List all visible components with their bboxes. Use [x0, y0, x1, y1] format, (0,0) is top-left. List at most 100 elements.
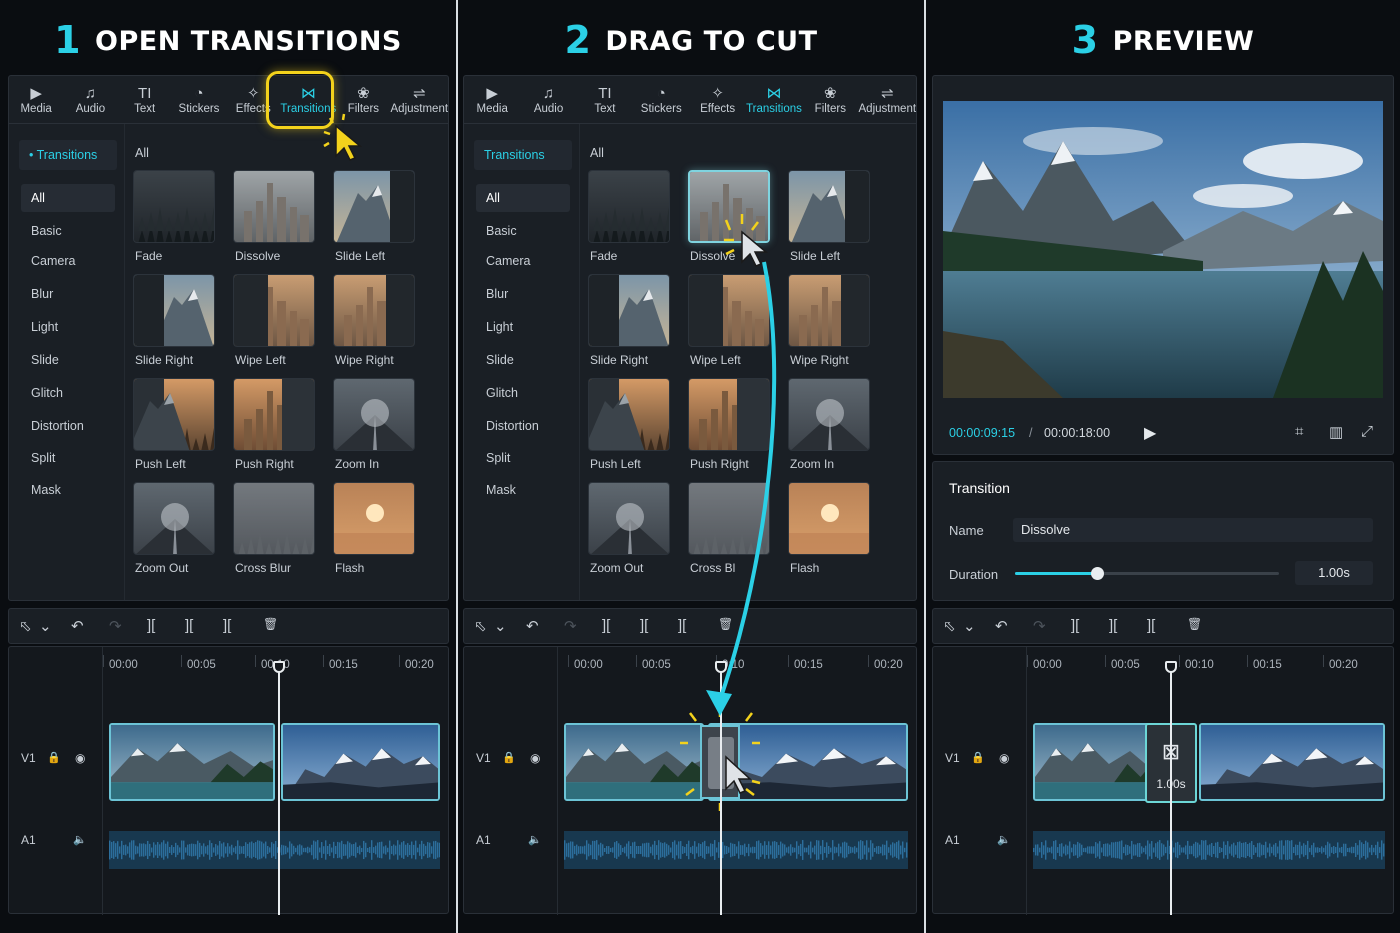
split-icon[interactable]: ][: [602, 617, 610, 634]
transition-thumb-slide-left[interactable]: [788, 170, 870, 243]
tab-adjustment[interactable]: ⇌ Adjustment: [391, 76, 449, 123]
sidebar-item-mask[interactable]: Mask: [476, 476, 570, 504]
video-clip-snow-mountains[interactable]: [1199, 723, 1385, 801]
lock-icon[interactable]: 🔒: [502, 751, 516, 764]
tab-stickers[interactable]: ◔ Stickers: [172, 76, 226, 123]
sidebar-item-camera[interactable]: Camera: [21, 247, 115, 275]
speaker-icon[interactable]: 🔈: [73, 833, 87, 846]
eye-icon[interactable]: ◉: [999, 751, 1009, 765]
transition-thumb-flash[interactable]: [788, 482, 870, 555]
redo-icon[interactable]: ↷: [109, 617, 122, 635]
transition-thumb-dissolve[interactable]: [233, 170, 315, 243]
split-icon[interactable]: ][: [147, 617, 155, 634]
video-clip-lake[interactable]: [109, 723, 275, 801]
lock-icon[interactable]: 🔒: [47, 751, 61, 764]
sidebar-item-light[interactable]: Light: [476, 313, 570, 341]
transition-thumb-push-left[interactable]: [133, 378, 215, 451]
sidebar-item-camera[interactable]: Camera: [476, 247, 570, 275]
sidebar-header-transitions[interactable]: • Transitions: [19, 140, 117, 170]
playhead[interactable]: [1165, 661, 1177, 915]
chevron-down-icon[interactable]: ⌄: [39, 617, 52, 635]
transition-thumb-zoom-out[interactable]: [133, 482, 215, 555]
sidebar-item-basic[interactable]: Basic: [21, 217, 115, 245]
sidebar-item-mask[interactable]: Mask: [21, 476, 115, 504]
tab-text[interactable]: TI Text: [118, 76, 172, 123]
sidebar-item-split[interactable]: Split: [21, 444, 115, 472]
tab-adjustment[interactable]: ⇌ Adjustment: [859, 76, 917, 123]
transition-thumb-wipe-right[interactable]: [333, 274, 415, 347]
split-left-icon[interactable]: ][: [640, 617, 648, 634]
transition-thumb-fade[interactable]: [133, 170, 215, 243]
split-left-icon[interactable]: ][: [185, 617, 193, 634]
delete-icon[interactable]: 🗑: [718, 617, 733, 631]
transition-thumb-wipe-right[interactable]: [788, 274, 870, 347]
sidebar-item-glitch[interactable]: Glitch: [476, 379, 570, 407]
undo-icon[interactable]: ↶: [995, 617, 1008, 635]
transition-thumb-zoom-in[interactable]: [788, 378, 870, 451]
eye-icon[interactable]: ◉: [530, 751, 540, 765]
transition-thumb-push-left[interactable]: [588, 378, 670, 451]
preview-video[interactable]: [943, 101, 1383, 398]
delete-icon[interactable]: 🗑: [1187, 617, 1202, 631]
transition-thumb-cross-blur[interactable]: [233, 482, 315, 555]
duration-value-field[interactable]: 1.00s: [1295, 561, 1373, 585]
eye-icon[interactable]: ◉: [75, 751, 85, 765]
video-clip-snow-mountains[interactable]: [281, 723, 440, 801]
transition-thumb-wipe-left[interactable]: [688, 274, 770, 347]
sidebar-item-split[interactable]: Split: [476, 444, 570, 472]
split-left-icon[interactable]: ][: [1109, 617, 1117, 634]
tab-media[interactable]: ▶ Media: [464, 76, 520, 123]
redo-icon[interactable]: ↷: [1033, 617, 1046, 635]
chevron-down-icon[interactable]: ⌄: [494, 617, 507, 635]
tab-media[interactable]: ▶ Media: [9, 76, 63, 123]
speaker-icon[interactable]: 🔈: [528, 833, 542, 846]
transition-thumb-zoom-out[interactable]: [588, 482, 670, 555]
tab-stickers[interactable]: ◔ Stickers: [633, 76, 689, 123]
transition-thumb-push-right[interactable]: [688, 378, 770, 451]
sidebar-item-all[interactable]: All: [476, 184, 570, 212]
transition-thumb-push-right[interactable]: [233, 378, 315, 451]
tab-transitions[interactable]: ⋈ Transitions: [746, 76, 802, 123]
chevron-down-icon[interactable]: ⌄: [963, 617, 976, 635]
lock-icon[interactable]: 🔒: [971, 751, 985, 764]
transition-thumb-flash[interactable]: [333, 482, 415, 555]
audio-waveform[interactable]: [109, 831, 440, 869]
sidebar-item-slide[interactable]: Slide: [476, 346, 570, 374]
sidebar-item-glitch[interactable]: Glitch: [21, 379, 115, 407]
sidebar-item-light[interactable]: Light: [21, 313, 115, 341]
tab-text[interactable]: TI Text: [577, 76, 633, 123]
playhead-handle[interactable]: [715, 661, 727, 673]
select-tool-icon[interactable]: ⬁: [19, 617, 32, 635]
split-right-icon[interactable]: ][: [1147, 617, 1155, 634]
transition-thumb-dissolve[interactable]: [688, 170, 770, 243]
sidebar-item-all[interactable]: All: [21, 184, 115, 212]
undo-icon[interactable]: ↶: [71, 617, 84, 635]
sidebar-item-basic[interactable]: Basic: [476, 217, 570, 245]
redo-icon[interactable]: ↷: [564, 617, 577, 635]
aspect-ratio-icon[interactable]: ▥: [1329, 423, 1343, 441]
sidebar-item-distortion[interactable]: Distortion: [21, 412, 115, 440]
split-icon[interactable]: ][: [1071, 617, 1079, 634]
delete-icon[interactable]: 🗑: [263, 617, 278, 631]
playhead[interactable]: [273, 661, 285, 915]
transition-thumb-cross-blur[interactable]: [688, 482, 770, 555]
sidebar-item-blur[interactable]: Blur: [21, 280, 115, 308]
undo-icon[interactable]: ↶: [526, 617, 539, 635]
playhead[interactable]: [715, 661, 727, 915]
audio-waveform[interactable]: [1033, 831, 1385, 869]
sidebar-header-transitions[interactable]: Transitions: [474, 140, 572, 170]
duration-slider-handle[interactable]: [1090, 567, 1104, 580]
split-right-icon[interactable]: ][: [223, 617, 231, 634]
tab-filters[interactable]: ❀ Filters: [802, 76, 858, 123]
playhead-handle[interactable]: [1165, 661, 1177, 673]
transition-thumb-wipe-left[interactable]: [233, 274, 315, 347]
transition-thumb-slide-right[interactable]: [133, 274, 215, 347]
transition-thumb-zoom-in[interactable]: [333, 378, 415, 451]
name-field[interactable]: Dissolve: [1013, 518, 1373, 542]
select-tool-icon[interactable]: ⬁: [474, 617, 487, 635]
transition-thumb-slide-left[interactable]: [333, 170, 415, 243]
audio-waveform[interactable]: [564, 831, 908, 869]
sidebar-item-distortion[interactable]: Distortion: [476, 412, 570, 440]
screenshot-icon[interactable]: ⌗: [1295, 423, 1303, 440]
select-tool-icon[interactable]: ⬁: [943, 617, 956, 635]
